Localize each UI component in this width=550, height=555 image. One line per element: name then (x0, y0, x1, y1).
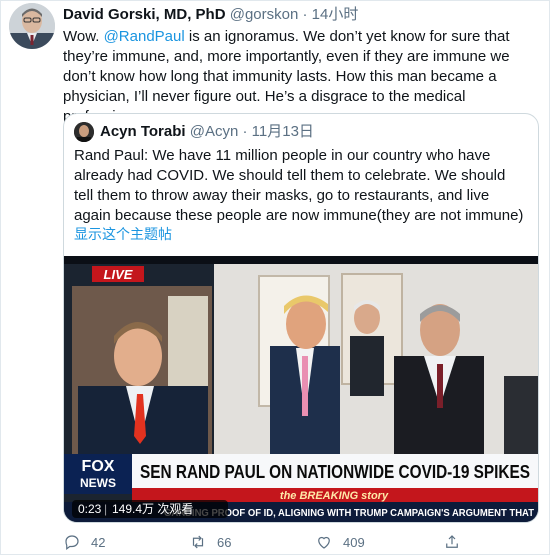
quoted-header: Acyn Torabi @Acyn · 11月13日 (100, 122, 314, 142)
like-button[interactable]: 409 (315, 533, 365, 551)
quoted-separator: · (242, 123, 248, 140)
tweet-text: Wow. @RandPaul is an ignoramus. We don’t… (63, 27, 541, 127)
author-photo (9, 3, 55, 49)
reply-button[interactable]: 42 (63, 533, 105, 551)
live-badge: LIVE (104, 267, 133, 282)
heart-icon (318, 536, 330, 549)
retweet-icon (192, 535, 204, 549)
reply-icon (65, 535, 79, 550)
tweet-text-start: Wow. (63, 28, 104, 45)
tweet-card: David Gorski, MD, PhD @gorskon · 14小时 Wo… (0, 0, 550, 555)
quoted-time[interactable]: 11月13日 (252, 123, 314, 140)
author-name[interactable]: David Gorski, MD, PhD (63, 6, 226, 23)
video-duration: 0:23 (78, 502, 102, 516)
show-thread-link[interactable]: 显示这个主题帖 (74, 224, 172, 244)
breaking-banner: the BREAKING story (280, 490, 389, 502)
like-count: 409 (343, 534, 365, 550)
fox-logo-line1: FOX (82, 458, 115, 475)
tweet-time[interactable]: 14小时 (312, 6, 359, 23)
video-views: 149.4万 次观看 (112, 502, 193, 516)
fox-logo-line2: NEWS (80, 476, 116, 490)
retweet-count: 66 (217, 534, 232, 550)
author-handle[interactable]: @gorskon (230, 6, 299, 23)
quoted-tweet[interactable]: Acyn Torabi @Acyn · 11月13日 Rand Paul: We… (63, 113, 539, 523)
header-separator: · (302, 6, 308, 23)
mention-link[interactable]: @RandPaul (104, 28, 185, 45)
share-button[interactable] (443, 533, 461, 551)
video-frame: LIVE FOX NEWS SEN RAND PAUL ON NATIONWID… (64, 256, 538, 522)
quoted-author-photo (74, 122, 94, 142)
quoted-text: Rand Paul: We have 11 million people in … (74, 147, 524, 224)
reply-count: 42 (91, 534, 106, 550)
author-avatar[interactable] (9, 3, 55, 49)
retweet-button[interactable]: 66 (189, 533, 231, 551)
svg-text:|: | (104, 502, 107, 516)
quoted-author-avatar[interactable] (74, 122, 94, 142)
headline-chyron: SEN RAND PAUL ON NATIONWIDE COVID-19 SPI… (140, 462, 530, 482)
share-icon (446, 535, 458, 548)
quoted-author-handle[interactable]: @Acyn (190, 123, 239, 140)
tweet-header: David Gorski, MD, PhD @gorskon · 14小时 (63, 5, 358, 25)
tweet-actions: 42 66 409 (63, 533, 543, 555)
quoted-author-name[interactable]: Acyn Torabi (100, 123, 186, 140)
video-player[interactable]: LIVE FOX NEWS SEN RAND PAUL ON NATIONWID… (64, 256, 538, 522)
